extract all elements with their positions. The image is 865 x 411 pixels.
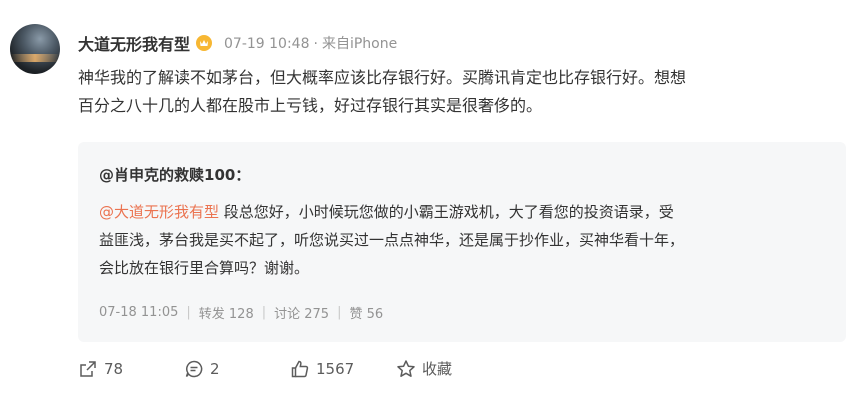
vip-badge-icon: [196, 35, 213, 51]
share-button[interactable]: 78: [78, 359, 184, 379]
comment-count: 2: [210, 359, 220, 378]
thumbs-up-icon: [291, 360, 309, 377]
repost-card[interactable]: @肖申克的救赎100： @大道无形我有型 段总您好，小时候玩您做的小霸王游戏机，…: [78, 142, 846, 342]
repost-meta: 07-18 11:05 | 转发 128 | 讨论 275 | 赞 56: [99, 303, 383, 322]
like-count: 1567: [316, 359, 355, 378]
share-icon: [80, 360, 96, 377]
post-header: 大道无形我有型 07-19 10:48 · 来自iPhone: [78, 31, 397, 55]
divider: |: [261, 305, 267, 320]
repost-text-line: 会比放在银行里合算吗？谢谢。: [99, 259, 310, 277]
repost-like-count[interactable]: 赞 56: [349, 303, 383, 322]
repost-author[interactable]: @肖申克的救赎100：: [99, 164, 250, 185]
repost-time[interactable]: 07-18 11:05: [99, 305, 178, 320]
post-time[interactable]: 07-19 10:48: [224, 36, 309, 52]
divider: |: [186, 305, 191, 320]
favorite-label: 收藏: [422, 360, 453, 378]
post-text-line: 神华我的了解读不如茅台，但大概率应该比存银行好。买腾讯肯定也比存银行好。想想: [78, 68, 687, 87]
username[interactable]: 大道无形我有型: [78, 31, 190, 55]
repost-forward-count[interactable]: 转发 128: [199, 303, 254, 322]
share-count: 78: [104, 359, 124, 378]
repost-comment-count[interactable]: 讨论 275: [274, 303, 329, 322]
post-source: 来自iPhone: [321, 36, 398, 52]
post-text-line: 百分之八十几的人都在股市上亏钱，好过存银行其实是很奢侈的。: [78, 96, 543, 115]
repost-text-line: 益匪浅，茅台我是买不起了，听您说买过一点点神华，还是属于抄作业，买神华看十年，: [99, 231, 685, 249]
star-icon: [397, 359, 415, 377]
comment-icon: [185, 360, 203, 377]
action-bar: 78 2 1567 收藏: [78, 358, 452, 379]
favorite-button[interactable]: 收藏: [396, 358, 452, 379]
repost-text-line: 段总您好，小时候玩您做的小霸王游戏机，大了看您的投资语录，受: [219, 203, 674, 221]
repost-text: @大道无形我有型 段总您好，小时候玩您做的小霸王游戏机，大了看您的投资语录，受 …: [99, 198, 829, 282]
post-text: 神华我的了解读不如茅台，但大概率应该比存银行好。买腾讯肯定也比存银行好。想想 百…: [78, 64, 838, 120]
divider: |: [337, 305, 342, 320]
post-meta: 07-19 10:48 · 来自iPhone: [224, 36, 398, 52]
avatar[interactable]: [10, 24, 60, 74]
comment-button[interactable]: 2: [184, 359, 290, 379]
like-button[interactable]: 1567: [290, 359, 396, 379]
mention-link[interactable]: @大道无形我有型: [99, 203, 219, 221]
